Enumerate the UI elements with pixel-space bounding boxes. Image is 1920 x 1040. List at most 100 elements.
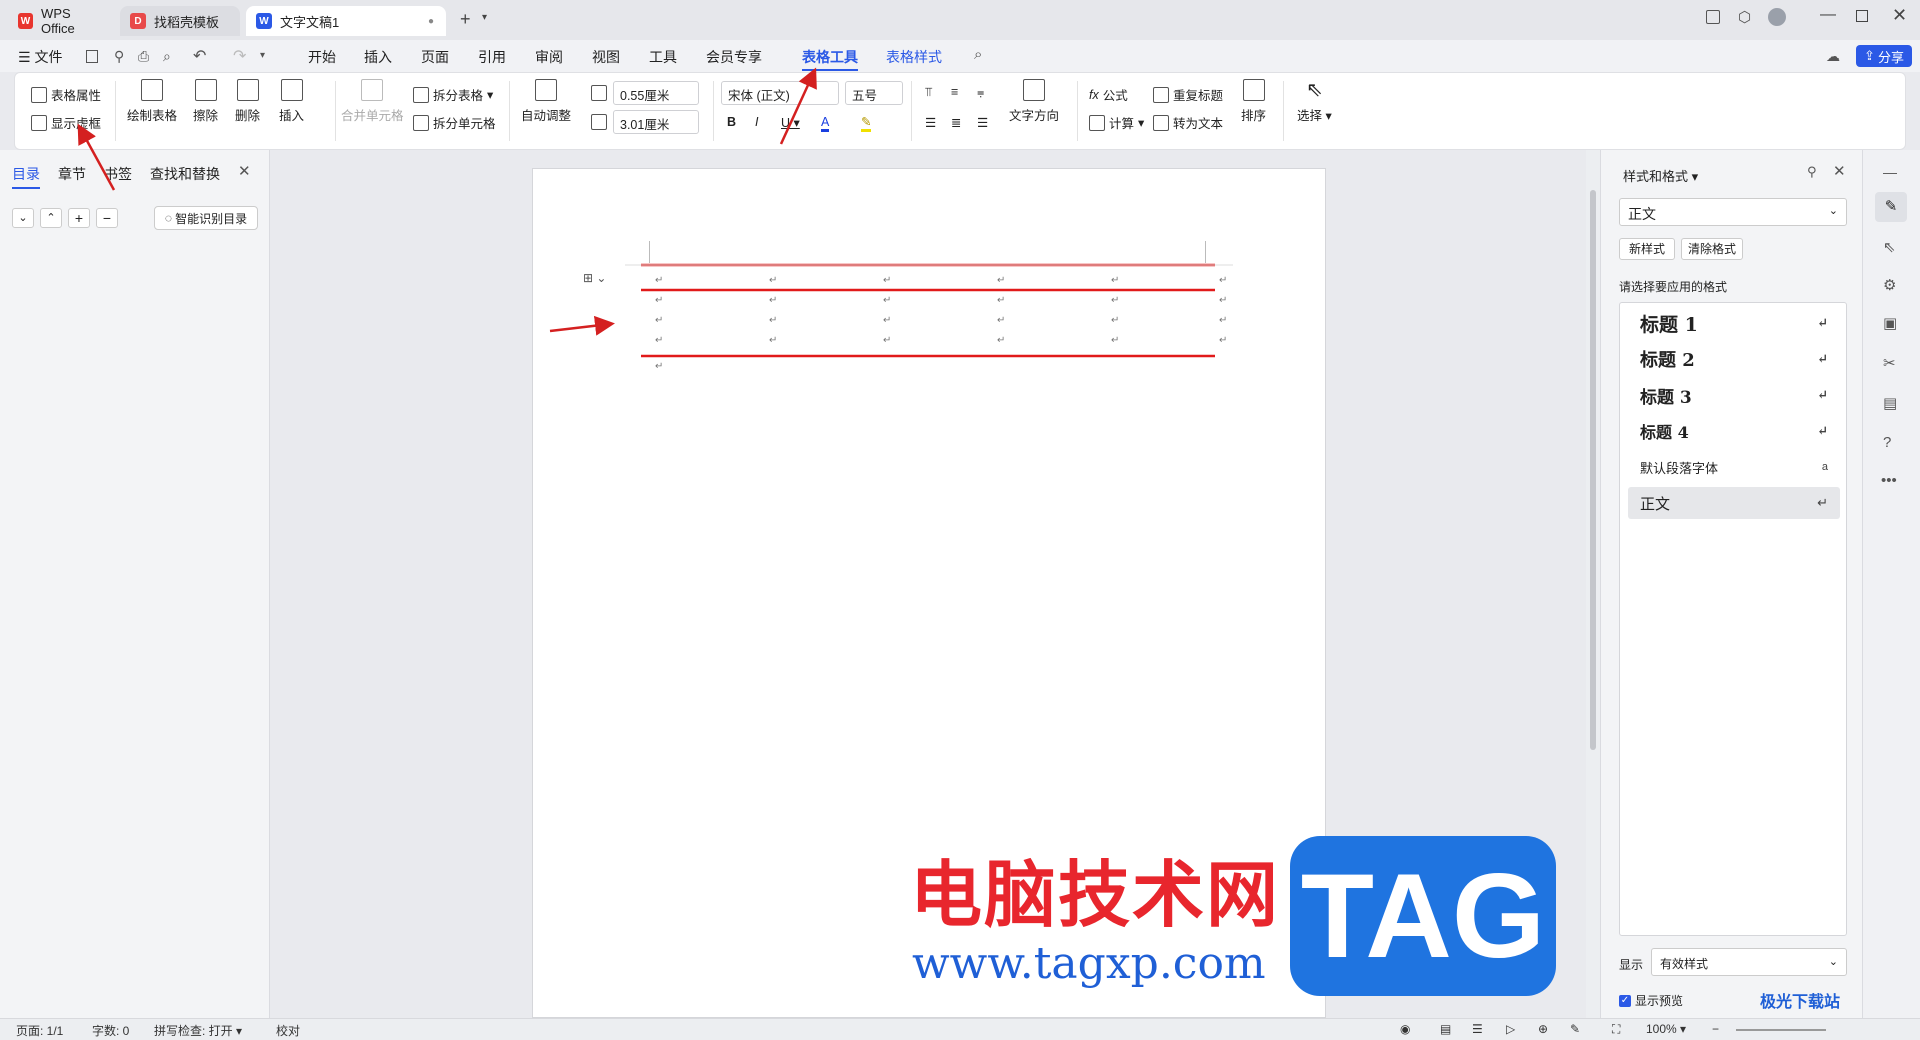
table-properties-button[interactable]: 表格属性 [31,85,101,104]
draw-table-button[interactable]: 绘制表格 [127,79,177,124]
save-icon[interactable] [86,50,98,63]
merge-cells-button[interactable]: 合并单元格 [341,79,404,124]
more-icon[interactable]: ••• [1881,472,1897,489]
outline-view-icon[interactable]: ☰ [1472,1022,1483,1036]
tab-find-replace[interactable]: 查找和替换 [150,164,220,184]
layout-icon[interactable] [1706,10,1720,24]
undo-icon[interactable]: ↶ [193,46,206,66]
show-gridlines-button[interactable]: 显示虚框 [31,113,101,132]
fit-page-icon[interactable]: ⛶ [1612,1022,1620,1037]
tab-toc[interactable]: 目录 [12,164,40,189]
more-chevron-icon[interactable]: ▾ [260,50,265,61]
vertical-scrollbar[interactable] [1586,150,1600,1018]
expand-up-icon[interactable]: ⌃ [40,208,62,228]
style-default-font[interactable]: 默认段落字体 a [1628,451,1840,483]
split-table-button[interactable]: 拆分表格 ▾ [413,85,493,104]
page-count[interactable]: 页面: 1/1 [16,1022,63,1039]
style-normal[interactable]: 正文 ↵ [1628,487,1840,519]
font-size-select[interactable]: 五号 [845,81,903,105]
split-cells-button[interactable]: 拆分单元格 [413,113,496,132]
col-width-input[interactable]: 3.01厘米 [613,110,699,134]
minimize-sidebar-icon[interactable]: — [1883,164,1897,180]
book-icon[interactable]: ▤ [1883,394,1897,412]
scroll-thumb[interactable] [1590,190,1596,750]
print-preview-icon[interactable]: ⌕ [163,48,171,65]
restore-icon[interactable] [1856,10,1868,22]
menu-table-tools[interactable]: 表格工具 [802,47,858,71]
smart-toc-button[interactable]: ◌ 智能识别目录 [154,206,258,230]
remove-icon[interactable]: − [96,208,118,228]
avatar[interactable] [1768,8,1786,26]
clear-format-button[interactable]: 清除格式 [1681,238,1743,260]
align-middle-icon[interactable]: ≡ [951,85,958,99]
current-style-select[interactable]: 正文 ⌄ [1619,198,1847,226]
highlight-icon[interactable]: ✎ [861,115,872,132]
menu-start[interactable]: 开始 [308,47,336,67]
tools-icon[interactable]: ✂ [1883,354,1896,372]
sort-button[interactable]: 排序 [1241,79,1266,124]
menu-review[interactable]: 审阅 [535,47,563,67]
auto-adjust-button[interactable]: 自动调整 [521,79,571,124]
tab-document[interactable]: W 文字文稿1 ● [246,6,446,36]
pen-icon[interactable]: ✎ [1570,1022,1580,1036]
print-icon[interactable]: ⎙ [138,48,149,65]
insert-button[interactable]: 插入 [279,79,304,124]
close-panel-icon[interactable]: ✕ [238,162,251,180]
image-edit-icon[interactable]: ▣ [1883,314,1897,332]
spell-check[interactable]: 拼写检查: 打开 ▾ [154,1022,242,1039]
pin-icon[interactable]: ⚲ [1807,164,1817,180]
proofread[interactable]: 校对 [276,1022,300,1039]
repeat-header-button[interactable]: 重复标题 [1153,85,1223,104]
menu-insert[interactable]: 插入 [364,47,392,67]
formula-button[interactable]: fx 公式 [1089,85,1128,104]
chevron-down-icon[interactable]: ▾ [482,12,487,23]
styles-panel-title[interactable]: 样式和格式 ▾ [1623,166,1698,185]
font-color-icon[interactable]: A [821,115,830,132]
collapse-icon[interactable]: ⌄ [12,208,34,228]
italic-icon[interactable]: I [755,115,758,129]
select-cursor-icon[interactable]: ⇖ [1883,238,1896,256]
menu-page[interactable]: 页面 [421,47,449,67]
menu-tools[interactable]: 工具 [649,47,677,67]
style-heading-2[interactable]: 标题 2 ↵ [1628,343,1840,375]
select-button[interactable]: ⇖ 选择 ▾ [1297,79,1332,124]
minimize-icon[interactable]: — [1820,6,1836,24]
file-menu[interactable]: ☰ 文件 [18,47,62,67]
tab-chapters[interactable]: 章节 [58,164,86,184]
show-filter-select[interactable]: 有效样式 ⌄ [1651,948,1847,976]
bold-icon[interactable]: B [727,115,736,129]
close-icon[interactable]: ✕ [1892,5,1907,26]
search-icon[interactable]: ⌕ [974,46,982,63]
align-center-icon[interactable]: ≣ [951,115,961,130]
align-right-icon[interactable]: ☰ [977,115,988,130]
redo-icon[interactable]: ↷ [233,46,246,66]
convert-text-button[interactable]: 转为文本 [1153,113,1223,132]
new-style-button[interactable]: 新样式 [1619,238,1675,260]
link-icon[interactable]: ⚲ [114,48,124,65]
zoom-slider[interactable] [1736,1029,1826,1031]
tab-template[interactable]: D 找稻壳模板 [120,6,240,36]
style-heading-4[interactable]: 标题 4 ↵ [1628,415,1840,447]
style-edit-icon[interactable]: ✎ [1875,192,1907,222]
tab-wps-office[interactable]: W WPS Office [8,6,114,36]
style-heading-3[interactable]: 标题 3 ↵ [1628,379,1840,411]
help-icon[interactable]: ? [1883,434,1891,451]
align-top-icon[interactable]: ⫪ [925,85,932,100]
menu-table-style[interactable]: 表格样式 [886,47,942,67]
align-bottom-icon[interactable]: ⩦ [977,85,984,100]
delete-button[interactable]: 删除 [235,79,260,124]
cube-icon[interactable]: ⬡ [1738,8,1751,26]
menu-reference[interactable]: 引用 [478,47,506,67]
settings-sliders-icon[interactable]: ⚙ [1883,276,1896,294]
tab-bookmarks[interactable]: 书签 [104,164,132,184]
font-name-select[interactable]: 宋体 (正文) [721,81,839,105]
cloud-icon[interactable]: ☁ [1826,48,1840,65]
page-view-icon[interactable]: ▤ [1440,1022,1451,1036]
calculate-button[interactable]: 计算 ▾ [1089,113,1144,132]
eye-icon[interactable]: ◉ [1400,1022,1410,1036]
menu-view[interactable]: 视图 [592,47,620,67]
web-view-icon[interactable]: ⊕ [1538,1022,1548,1036]
new-tab-icon[interactable]: + [460,9,471,30]
zoom-level[interactable]: 100% ▾ [1646,1022,1686,1036]
style-heading-1[interactable]: 标题 1 ↵ [1628,307,1840,339]
